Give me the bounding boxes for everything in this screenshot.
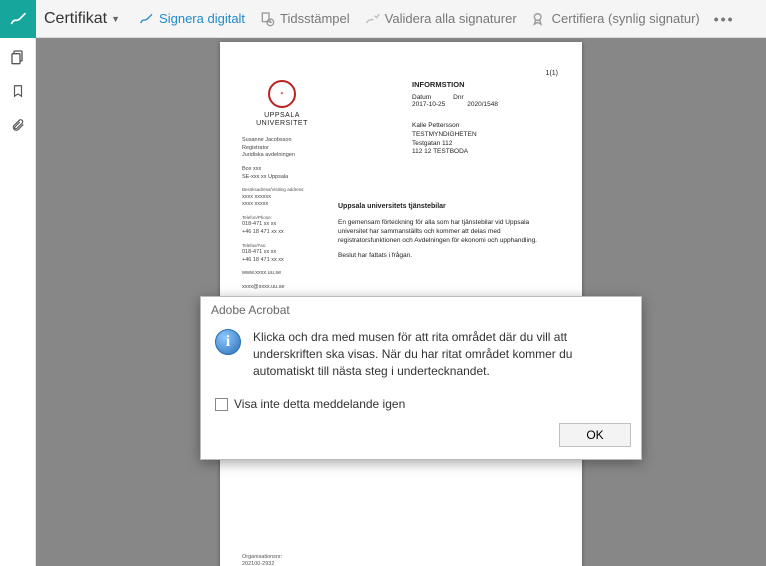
caret-down-icon: ▼ bbox=[111, 14, 120, 24]
email: xxxx@xxxx.uu.se bbox=[242, 284, 337, 292]
body-p1: En gemensam förteckning för alla som har… bbox=[338, 218, 550, 245]
sender-role: Registrator bbox=[242, 145, 337, 153]
orgnr-block: Organisationsnr: 202100-2932 bbox=[242, 554, 282, 566]
university-logo-block: ✶ UPPSALA UNIVERSITET bbox=[242, 80, 322, 129]
sender-name: Susanne Jacobsson bbox=[242, 137, 337, 145]
recipient-city: 112 12 TESTBODA bbox=[412, 148, 477, 157]
visit2: xxxx xxxxx bbox=[242, 201, 337, 209]
dont-show-again-label: Visa inte detta meddelande igen bbox=[234, 397, 405, 411]
main-column: Certifikat ▼ Signera digitalt Tidsstämpe… bbox=[36, 0, 766, 566]
toolbar-timestamp[interactable]: Tidsstämpel bbox=[259, 11, 350, 27]
recipient-org: TESTMYNDIGHETEN bbox=[412, 131, 477, 140]
certificate-tool-icon[interactable] bbox=[0, 0, 36, 38]
info-heading: INFORMSTION bbox=[412, 80, 465, 89]
toolbar-sign-digitally[interactable]: Signera digitalt bbox=[138, 11, 245, 27]
university-name-1: UPPSALA bbox=[242, 112, 322, 120]
ok-button[interactable]: OK bbox=[559, 423, 631, 447]
university-seal-icon: ✶ bbox=[268, 80, 296, 108]
toolbar-more-icon[interactable]: ••• bbox=[714, 11, 735, 27]
sender-meta: Susanne Jacobsson Registrator Juridiska … bbox=[242, 137, 337, 298]
pages-panel-icon[interactable] bbox=[0, 42, 36, 72]
box-label: Box xxx bbox=[242, 166, 337, 174]
info-icon: i bbox=[215, 329, 241, 355]
orgnr-value: 202100-2932 bbox=[242, 561, 282, 566]
fax2: +46 18 471 xx xx bbox=[242, 257, 337, 265]
visit1: xxxx xxxxxx bbox=[242, 194, 337, 202]
orgnr-label: Organisationsnr: bbox=[242, 554, 282, 561]
left-rail bbox=[0, 0, 36, 566]
toolbar-item-label: Signera digitalt bbox=[159, 11, 245, 26]
dnr-label: Dnr bbox=[453, 94, 463, 101]
body-p2: Beslut har fattats i frågan. bbox=[338, 251, 550, 260]
fax1: 018-471 xx xx bbox=[242, 249, 337, 257]
dont-show-again-row[interactable]: Visa inte detta meddelande igen bbox=[201, 393, 641, 417]
dnr-value: 2020/1548 bbox=[467, 101, 498, 108]
validate-icon bbox=[364, 11, 380, 27]
timestamp-icon bbox=[259, 11, 275, 27]
phone2: +46 18 471 xx xx bbox=[242, 229, 337, 237]
recipient-street: Testgatan 112 bbox=[412, 140, 477, 149]
page-number: 1(1) bbox=[546, 70, 558, 77]
certify-icon bbox=[531, 11, 547, 27]
box-city: SE-xxx xx Uppsala bbox=[242, 174, 337, 182]
bookmark-panel-icon[interactable] bbox=[0, 76, 36, 106]
toolbar: Certifikat ▼ Signera digitalt Tidsstämpe… bbox=[36, 0, 766, 38]
body-title: Uppsala universitets tjänstebilar bbox=[338, 202, 550, 212]
toolbar-title-dropdown[interactable]: Certifikat ▼ bbox=[44, 10, 120, 28]
recipient-name: Kalle Pettersson bbox=[412, 122, 477, 131]
university-name-2: UNIVERSITET bbox=[242, 120, 322, 128]
toolbar-title-text: Certifikat bbox=[44, 10, 107, 28]
toolbar-item-label: Validera alla signaturer bbox=[385, 11, 517, 26]
pen-icon bbox=[138, 11, 154, 27]
dialog-title: Adobe Acrobat bbox=[201, 297, 641, 325]
app-root: ◀ Certifikat ▼ Signera digitalt Tidsstäm… bbox=[0, 0, 766, 566]
datum-label: Datum bbox=[412, 94, 431, 101]
toolbar-item-label: Tidsstämpel bbox=[280, 11, 350, 26]
phone1: 018-471 xx xx bbox=[242, 221, 337, 229]
attachment-panel-icon[interactable] bbox=[0, 110, 36, 140]
web: www.xxxx.uu.se bbox=[242, 270, 337, 278]
checkbox-unchecked-icon[interactable] bbox=[215, 398, 228, 411]
dialog-actions: OK bbox=[201, 417, 641, 459]
toolbar-item-label: Certifiera (synlig signatur) bbox=[552, 11, 700, 26]
dialog-message: Klicka och dra med musen för att rita om… bbox=[253, 329, 623, 379]
toolbar-validate-all[interactable]: Validera alla signaturer bbox=[364, 11, 517, 27]
letter-body: Uppsala universitets tjänstebilar En gem… bbox=[338, 202, 550, 266]
signature-instruction-dialog: Adobe Acrobat i Klicka och dra med musen… bbox=[200, 296, 642, 460]
recipient-block: Kalle Pettersson TESTMYNDIGHETEN Testgat… bbox=[412, 122, 477, 157]
toolbar-certify-visible[interactable]: Certifiera (synlig signatur) bbox=[531, 11, 700, 27]
date-dnr-block: Datum Dnr 2017-10-25 2020/1548 bbox=[412, 94, 498, 108]
datum-value: 2017-10-25 bbox=[412, 101, 445, 108]
sender-dept: Juridiska avdelningen bbox=[242, 152, 337, 160]
